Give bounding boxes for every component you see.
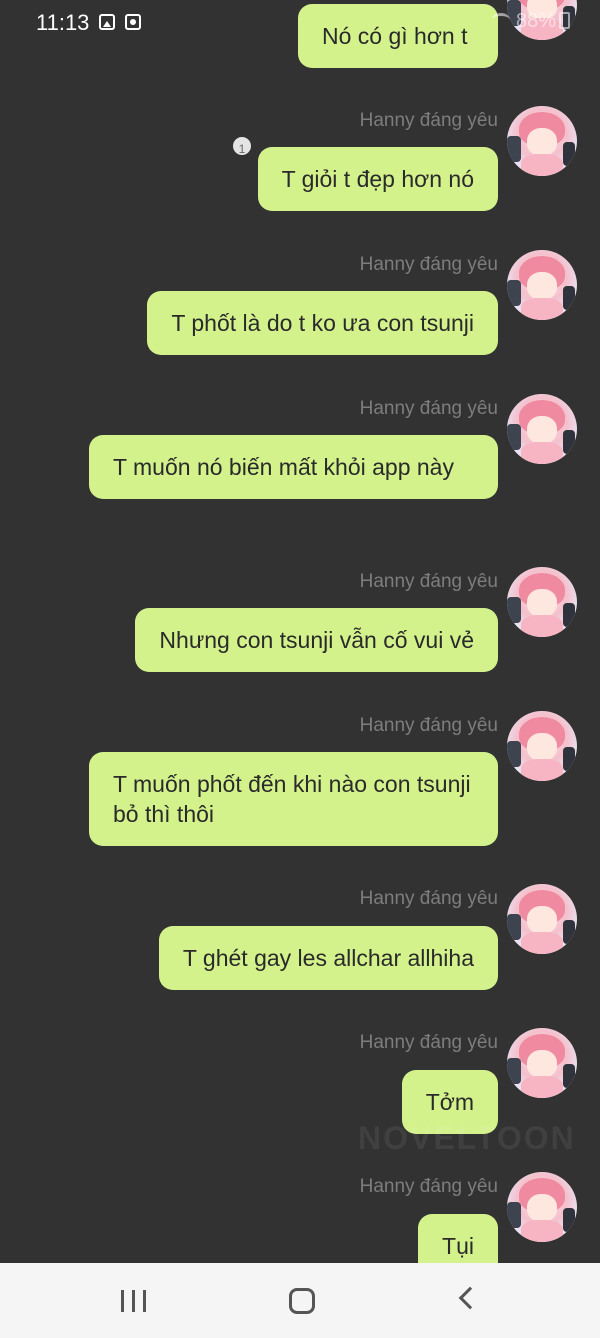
avatar[interactable] bbox=[507, 567, 577, 637]
message-bubble[interactable]: T muốn nó biến mất khỏi app này bbox=[89, 435, 498, 499]
sender-name: Hanny đáng yêu bbox=[359, 110, 498, 131]
avatar[interactable] bbox=[507, 1028, 577, 1098]
home-button[interactable] bbox=[262, 1263, 342, 1338]
chat-area[interactable]: Nó có gì hơn t Hanny đáng yêu T giỏi t đ… bbox=[0, 0, 600, 1263]
avatar[interactable] bbox=[507, 394, 577, 464]
sender-name: Hanny đáng yêu bbox=[359, 1032, 498, 1053]
message-bubble[interactable]: Tụi bbox=[418, 1214, 498, 1263]
message-bubble[interactable]: Nó có gì hơn t bbox=[298, 4, 498, 68]
message-bubble[interactable]: T muốn phốt đến khi nào con tsunji bỏ th… bbox=[89, 752, 498, 846]
recents-icon bbox=[121, 1290, 147, 1312]
sender-name: Hanny đáng yêu bbox=[359, 398, 498, 419]
back-button[interactable] bbox=[430, 1263, 510, 1338]
message-bubble[interactable]: Nhưng con tsunji vẫn cố vui vẻ bbox=[135, 608, 498, 672]
avatar[interactable] bbox=[507, 106, 577, 176]
avatar[interactable] bbox=[507, 250, 577, 320]
message-bubble[interactable]: T phốt là do t ko ưa con tsunji bbox=[147, 291, 498, 355]
avatar[interactable] bbox=[507, 711, 577, 781]
recents-button[interactable] bbox=[94, 1263, 174, 1338]
avatar[interactable] bbox=[507, 884, 577, 954]
home-icon bbox=[289, 1288, 315, 1314]
sender-name: Hanny đáng yêu bbox=[359, 888, 498, 909]
navigation-bar bbox=[0, 1263, 600, 1338]
sender-name: Hanny đáng yêu bbox=[359, 1176, 498, 1197]
back-icon bbox=[458, 1286, 482, 1310]
read-count-badge: 1 bbox=[230, 134, 254, 158]
sender-name: Hanny đáng yêu bbox=[359, 571, 498, 592]
message-bubble[interactable]: T ghét gay les allchar allhiha bbox=[158, 926, 498, 990]
sender-name: Hanny đáng yêu bbox=[359, 715, 498, 736]
message-bubble[interactable]: T giỏi t đẹp hơn nó bbox=[257, 147, 498, 211]
avatar[interactable] bbox=[507, 1172, 577, 1242]
avatar[interactable] bbox=[507, 0, 577, 40]
noveltoon-watermark: NOVELTOON bbox=[358, 1120, 576, 1156]
sender-name: Hanny đáng yêu bbox=[359, 254, 498, 275]
